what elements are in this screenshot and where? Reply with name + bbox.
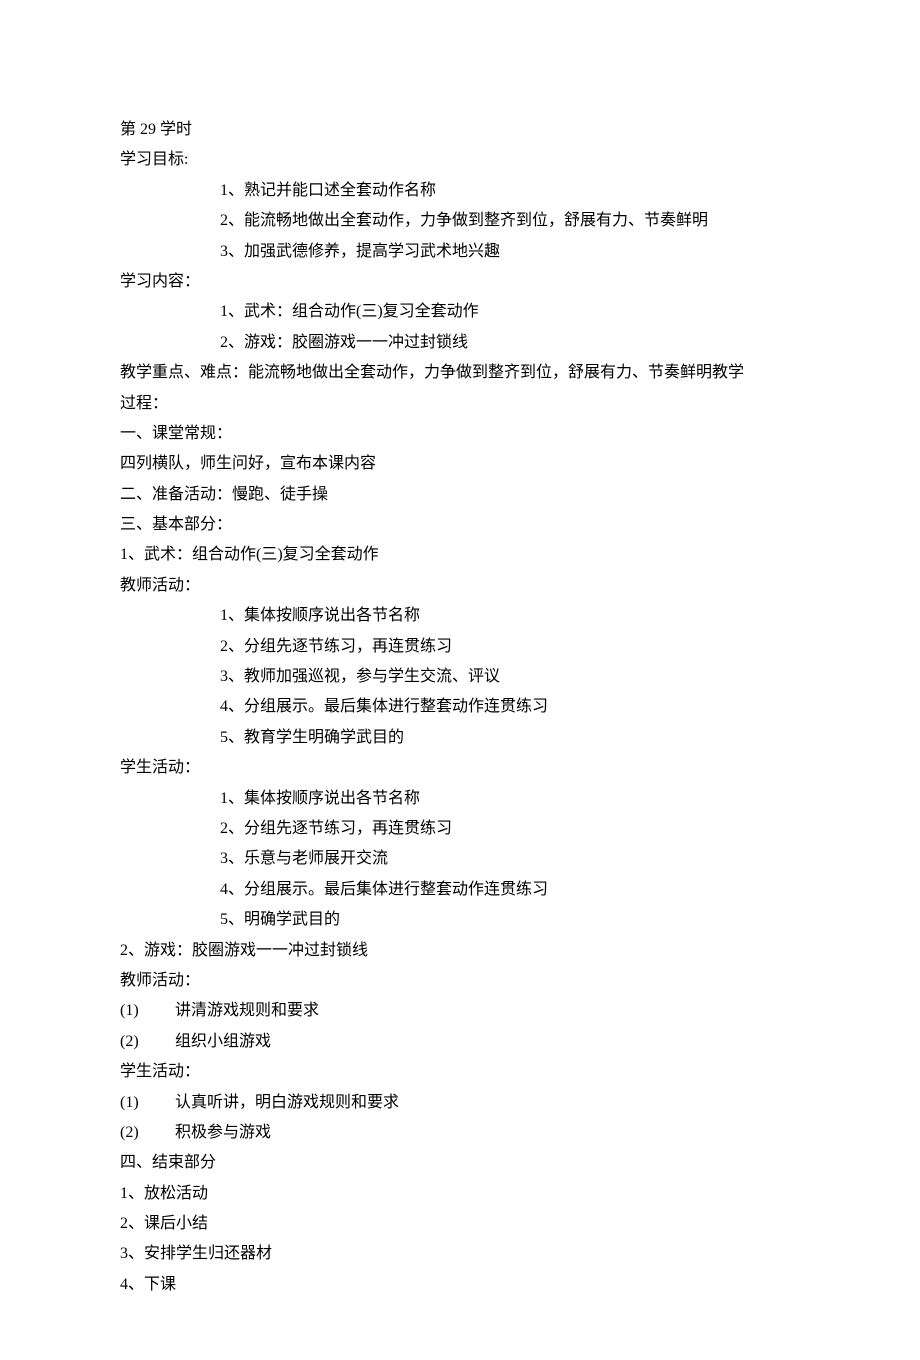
teacher-item: 5、教育学生明确学武目的 xyxy=(120,723,800,753)
student-item: (1)认真听讲，明白游戏规则和要求 xyxy=(120,1088,800,1118)
student-item: 5、明确学武目的 xyxy=(120,905,800,935)
section3-title: 三、基本部分： xyxy=(120,510,800,540)
section4-item: 3、安排学生归还器材 xyxy=(120,1239,800,1269)
item-text: 讲清游戏规则和要求 xyxy=(175,1002,319,1019)
lesson-number: 第 29 学时 xyxy=(120,115,800,145)
item-number: (2) xyxy=(120,1118,175,1148)
key-points-line1: 教学重点、难点：能流畅地做出全套动作，力争做到整齐到位，舒展有力、节奏鲜明教学 xyxy=(120,358,800,388)
section4-item: 2、课后小结 xyxy=(120,1209,800,1239)
item-number: (1) xyxy=(120,1088,175,1118)
objective-item: 2、能流畅地做出全套动作，力争做到整齐到位，舒展有力、节奏鲜明 xyxy=(120,206,800,236)
student-item: 2、分组先逐节练习，再连贯练习 xyxy=(120,814,800,844)
student-item: 3、乐意与老师展开交流 xyxy=(120,844,800,874)
section4-item: 4、下课 xyxy=(120,1270,800,1300)
item-text: 认真听讲，明白游戏规则和要求 xyxy=(175,1094,399,1111)
content-label: 学习内容： xyxy=(120,267,800,297)
teacher-item: (2)组织小组游戏 xyxy=(120,1027,800,1057)
sub2-title: 2、游戏：胶圈游戏一一冲过封锁线 xyxy=(120,936,800,966)
item-text: 积极参与游戏 xyxy=(175,1124,271,1141)
content-item: 1、武术：组合动作(三)复习全套动作 xyxy=(120,297,800,327)
teacher-label: 教师活动： xyxy=(120,966,800,996)
objectives-label: 学习目标: xyxy=(120,145,800,175)
teacher-item: 4、分组展示。最后集体进行整套动作连贯练习 xyxy=(120,692,800,722)
objective-item: 1、熟记并能口述全套动作名称 xyxy=(120,176,800,206)
section2-title: 二、准备活动：慢跑、徒手操 xyxy=(120,480,800,510)
student-item: (2)积极参与游戏 xyxy=(120,1118,800,1148)
teacher-item: (1)讲清游戏规则和要求 xyxy=(120,996,800,1026)
objective-item: 3、加强武德修养，提高学习武术地兴趣 xyxy=(120,237,800,267)
section4-title: 四、结束部分 xyxy=(120,1148,800,1178)
section1-body: 四列横队，师生问好，宣布本课内容 xyxy=(120,449,800,479)
student-item: 4、分组展示。最后集体进行整套动作连贯练习 xyxy=(120,875,800,905)
student-item: 1、集体按顺序说出各节名称 xyxy=(120,784,800,814)
sub1-title: 1、武术：组合动作(三)复习全套动作 xyxy=(120,540,800,570)
key-points-line2: 过程： xyxy=(120,389,800,419)
item-text: 组织小组游戏 xyxy=(175,1033,271,1050)
teacher-item: 2、分组先逐节练习，再连贯练习 xyxy=(120,632,800,662)
teacher-item: 1、集体按顺序说出各节名称 xyxy=(120,601,800,631)
student-label: 学生活动： xyxy=(120,1057,800,1087)
section1-title: 一、课堂常规： xyxy=(120,419,800,449)
content-item: 2、游戏：胶圈游戏一一冲过封锁线 xyxy=(120,328,800,358)
teacher-label: 教师活动： xyxy=(120,571,800,601)
section4-item: 1、放松活动 xyxy=(120,1179,800,1209)
teacher-item: 3、教师加强巡视，参与学生交流、评议 xyxy=(120,662,800,692)
item-number: (1) xyxy=(120,996,175,1026)
item-number: (2) xyxy=(120,1027,175,1057)
student-label: 学生活动： xyxy=(120,753,800,783)
